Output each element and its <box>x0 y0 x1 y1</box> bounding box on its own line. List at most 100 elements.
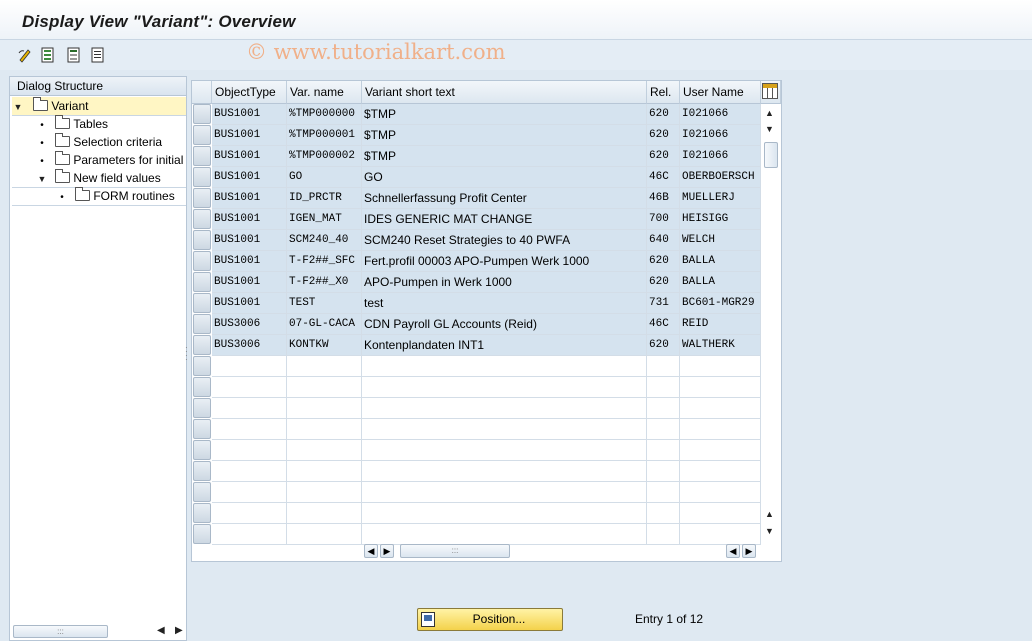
table-settings-icon[interactable] <box>762 83 778 99</box>
cell-user-name[interactable]: BALLA <box>680 272 761 293</box>
table-row[interactable]: BUS1001 T-F2##_X0 APO-Pumpen in Werk 1000 6… <box>212 272 761 293</box>
cell-variant-short-text[interactable]: Schnellerfassung Profit Center <box>362 188 647 209</box>
cell-var-name[interactable]: ID_PRCTR <box>287 188 362 209</box>
cell-variant-short-text[interactable]: SCM240 Reset Strategies to 40 PWFA <box>362 230 647 251</box>
table-row[interactable]: BUS1001 TEST test 731 BC601-MGR29 <box>212 293 761 314</box>
cell-objecttype[interactable]: BUS1001 <box>212 230 287 251</box>
row-selector[interactable] <box>193 293 211 313</box>
cell-var-name[interactable]: %TMP000002 <box>287 146 362 167</box>
scroll-thumb[interactable] <box>764 142 778 168</box>
expand-arrow-icon[interactable]: ▼ <box>12 98 24 116</box>
cell-rel[interactable]: 46C <box>647 314 680 335</box>
cell-var-name[interactable]: %TMP000000 <box>287 104 362 125</box>
cell-rel[interactable]: 620 <box>647 335 680 356</box>
cell-var-name[interactable]: T-F2##_X0 <box>287 272 362 293</box>
scroll-left-end-icon[interactable]: ◀ <box>726 544 740 558</box>
cell-user-name[interactable]: I021066 <box>680 146 761 167</box>
table-row[interactable] <box>212 356 761 377</box>
table-row[interactable]: BUS1001 %TMP000002 $TMP 620 I021066 <box>212 146 761 167</box>
column-header-rel[interactable]: Rel. <box>647 81 680 104</box>
cell-variant-short-text[interactable]: IDES GENERIC MAT CHANGE <box>362 209 647 230</box>
table-row[interactable] <box>212 419 761 440</box>
tree-item-variant[interactable]: ▼ Variant <box>12 97 186 115</box>
row-selector[interactable] <box>193 314 211 334</box>
page-up-bottom-icon[interactable]: ▲ <box>765 509 774 519</box>
tree-item-new-field-values[interactable]: ▼ New field values <box>36 169 161 187</box>
other-view-icon[interactable] <box>17 47 33 63</box>
print-icon[interactable] <box>90 47 106 63</box>
table-row[interactable] <box>212 398 761 419</box>
cell-user-name[interactable]: I021066 <box>680 125 761 146</box>
page-up-icon[interactable]: ▼ <box>765 124 774 134</box>
cell-rel[interactable]: 731 <box>647 293 680 314</box>
cell-var-name[interactable]: GO <box>287 167 362 188</box>
cell-var-name[interactable]: SCM240_40 <box>287 230 362 251</box>
cell-user-name[interactable]: MUELLERJ <box>680 188 761 209</box>
cell-rel[interactable]: 620 <box>647 104 680 125</box>
cell-rel[interactable]: 620 <box>647 251 680 272</box>
cell-variant-short-text[interactable]: Fert.profil 00003 APO-Pumpen Werk 1000 <box>362 251 647 272</box>
table-row[interactable] <box>212 524 761 545</box>
table-row[interactable]: BUS1001 GO GO 46C OBERBOERSCH <box>212 167 761 188</box>
position-button[interactable]: Position... <box>417 608 563 631</box>
row-selector[interactable] <box>193 377 211 397</box>
table-row[interactable]: BUS1001 %TMP000000 $TMP 620 I021066 <box>212 104 761 125</box>
cell-variant-short-text[interactable]: CDN Payroll GL Accounts (Reid) <box>362 314 647 335</box>
row-selector[interactable] <box>193 482 211 502</box>
row-selector[interactable] <box>193 440 211 460</box>
tree-item-selection-criteria[interactable]: • Selection criteria <box>36 133 162 151</box>
scroll-thumb[interactable]: ::: <box>13 625 108 638</box>
column-header-user-name[interactable]: User Name <box>680 81 761 104</box>
cell-variant-short-text[interactable]: $TMP <box>362 146 647 167</box>
row-selector[interactable] <box>193 461 211 481</box>
table-row[interactable] <box>212 440 761 461</box>
cell-objecttype[interactable]: BUS3006 <box>212 314 287 335</box>
table-row[interactable]: BUS1001 ID_PRCTR Schnellerfassung Profit C… <box>212 188 761 209</box>
table-row[interactable] <box>212 377 761 398</box>
table-vertical-scrollbar[interactable]: ▲ ▼ ▲ ▼ <box>762 104 780 541</box>
cell-rel[interactable]: 46C <box>647 167 680 188</box>
scroll-down-icon[interactable]: ▼ <box>765 526 774 536</box>
cell-rel[interactable]: 640 <box>647 230 680 251</box>
scroll-up-icon[interactable]: ▲ <box>765 108 774 118</box>
cell-var-name[interactable]: TEST <box>287 293 362 314</box>
row-selector[interactable] <box>193 209 211 229</box>
cell-user-name[interactable]: WELCH <box>680 230 761 251</box>
table-row[interactable]: BUS1001 SCM240_40 SCM240 Reset Strategies … <box>212 230 761 251</box>
cell-objecttype[interactable]: BUS1001 <box>212 293 287 314</box>
select-all-icon[interactable] <box>40 47 56 63</box>
row-selector[interactable] <box>193 272 211 292</box>
row-selector[interactable] <box>193 398 211 418</box>
cell-objecttype[interactable]: BUS1001 <box>212 104 287 125</box>
cell-user-name[interactable]: OBERBOERSCH <box>680 167 761 188</box>
cell-user-name[interactable]: BC601-MGR29 <box>680 293 761 314</box>
cell-objecttype[interactable]: BUS1001 <box>212 167 287 188</box>
row-selector[interactable] <box>193 356 211 376</box>
tree-horizontal-scrollbar[interactable]: ::: ◀ ▶ <box>13 625 185 639</box>
cell-variant-short-text[interactable]: test <box>362 293 647 314</box>
tree-item-tables[interactable]: • Tables <box>36 115 108 133</box>
cell-objecttype[interactable]: BUS3006 <box>212 335 287 356</box>
cell-user-name[interactable]: HEISIGG <box>680 209 761 230</box>
scroll-thumb[interactable]: ::: <box>400 544 510 558</box>
cell-rel[interactable]: 620 <box>647 146 680 167</box>
cell-rel[interactable]: 46B <box>647 188 680 209</box>
cell-user-name[interactable]: BALLA <box>680 251 761 272</box>
cell-var-name[interactable]: T-F2##_SFC <box>287 251 362 272</box>
scroll-left-icon[interactable]: ◀ <box>157 625 165 636</box>
table-row[interactable]: BUS1001 T-F2##_SFC Fert.profil 00003 APO-P… <box>212 251 761 272</box>
cell-objecttype[interactable]: BUS1001 <box>212 125 287 146</box>
row-selector[interactable] <box>193 146 211 166</box>
deselect-all-icon[interactable] <box>66 47 82 63</box>
cell-objecttype[interactable]: BUS1001 <box>212 251 287 272</box>
table-row[interactable]: BUS3006 07-GL-CACA CDN Payroll GL Accounts… <box>212 314 761 335</box>
cell-var-name[interactable]: IGEN_MAT <box>287 209 362 230</box>
row-selector[interactable] <box>193 125 211 145</box>
cell-var-name[interactable]: 07-GL-CACA <box>287 314 362 335</box>
scroll-left-icon[interactable]: ◀ <box>364 544 378 558</box>
expand-arrow-icon[interactable]: ▼ <box>36 170 48 188</box>
cell-rel[interactable]: 620 <box>647 125 680 146</box>
scroll-right-end-icon[interactable]: ▶ <box>742 544 756 558</box>
scroll-right-icon[interactable]: ▶ <box>175 625 183 636</box>
cell-var-name[interactable]: %TMP000001 <box>287 125 362 146</box>
